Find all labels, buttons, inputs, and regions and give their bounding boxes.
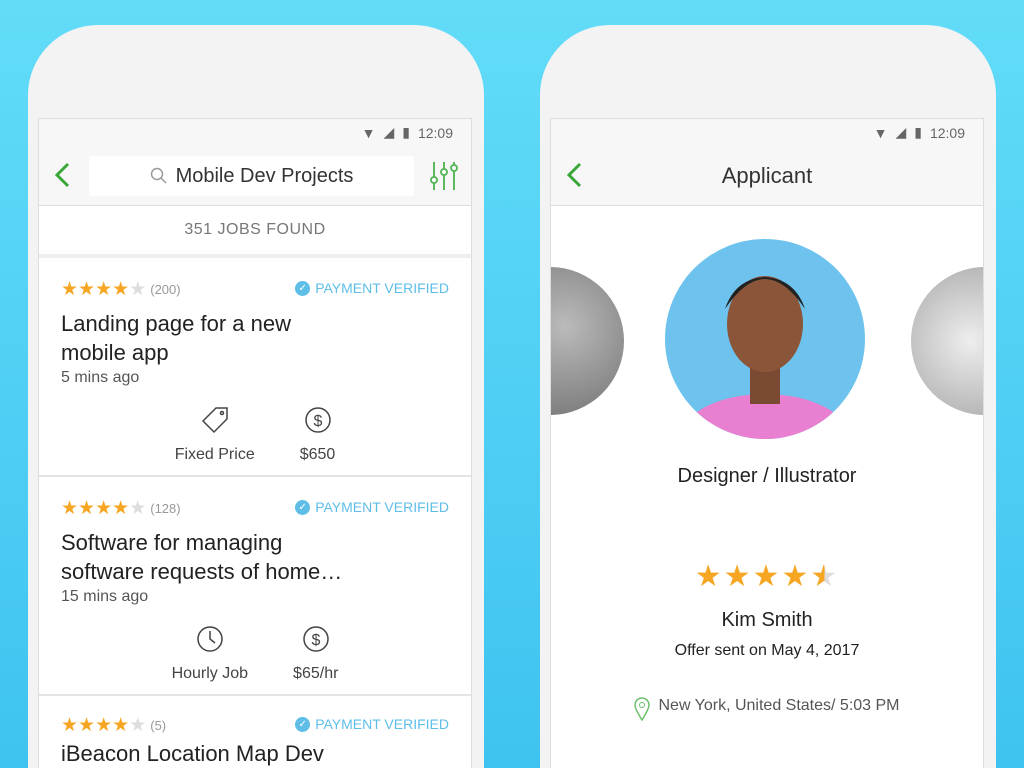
phone-jobs: ▼ ◢ ▮ 12:09 Mobile Dev Projects 351 JOBS F… (28, 25, 484, 768)
star-icon: ★ (78, 715, 96, 736)
status-time: 12:09 (417, 124, 453, 141)
wifi-icon: ▼ (873, 124, 888, 141)
job-title: Software for managing software requests … (61, 530, 343, 584)
star-icon: ★ (112, 715, 130, 736)
job-card[interactable]: ★ ★ ★ ★ ★ (5) ✓ PAYMENT VERIFIED iBeacon Locat… (39, 696, 471, 767)
job-title: iBeacon Location Map Dev (61, 741, 324, 766)
wifi-icon: ▼ (361, 124, 376, 141)
payment-verified-badge: ✓ PAYMENT VERIFIED (295, 499, 449, 515)
payment-verified-badge: ✓ PAYMENT VERIFIED (295, 716, 449, 732)
star-icon: ★ (694, 560, 724, 593)
star-icon: ★ (723, 560, 753, 593)
job-type: Hourly Job (172, 624, 248, 683)
battery-icon: ▮ (402, 124, 410, 140)
dollar-icon: $ (301, 624, 331, 659)
header: Applicant (551, 146, 983, 206)
applicant-role: Designer / Illustrator (677, 465, 857, 487)
page-title: Applicant (721, 162, 813, 188)
clock-icon (195, 624, 225, 659)
applicant-location: New York, United States/ 5:03 PM (551, 697, 983, 721)
back-icon[interactable] (561, 160, 591, 190)
jobs-screen: ▼ ◢ ▮ 12:09 Mobile Dev Projects 351 JOBS F… (38, 118, 472, 768)
price-tag-icon (200, 405, 230, 440)
applicant-screen: ▼ ◢ ▮ 12:09 Applicant Designer / Illustrat… (550, 118, 984, 768)
applicant-avatar[interactable] (665, 239, 865, 439)
job-price: $ $650 (300, 405, 335, 464)
job-price: $ $65/hr (293, 624, 338, 683)
check-icon: ✓ (295, 280, 311, 296)
signal-icon: ◢ (895, 124, 907, 140)
job-card[interactable]: ★ ★ ★ ★ ★ (128) ✓ PAYMENT VERIFIED Software fo… (39, 477, 471, 696)
battery-icon: ▮ (914, 124, 922, 140)
star-icon: ★ (112, 498, 130, 519)
star-icon: ★ (95, 715, 113, 736)
star-icon: ★ (129, 498, 147, 519)
back-icon[interactable] (49, 160, 79, 190)
check-icon: ✓ (295, 716, 311, 732)
search-icon (150, 167, 167, 184)
status-bar: ▼ ◢ ▮ 12:09 (39, 119, 471, 146)
job-title: Landing page for a new mobile app (61, 311, 291, 365)
avatar-next[interactable] (911, 267, 983, 415)
star-icon: ★ (129, 279, 147, 300)
star-icon: ★ (78, 498, 96, 519)
status-time: 12:09 (929, 124, 965, 141)
svg-text:$: $ (313, 413, 322, 430)
star-icon: ★ (810, 560, 840, 593)
star-icon: ★ (112, 279, 130, 300)
filter-sliders-icon[interactable] (429, 160, 459, 192)
job-card[interactable]: ★ ★ ★ ★ ★ (200) ✓ PAYMENT VERIFIED Landing pag… (39, 258, 471, 477)
svg-text:$: $ (311, 632, 320, 649)
search-input[interactable]: Mobile Dev Projects (89, 156, 414, 196)
avatar-previous[interactable] (551, 267, 624, 415)
star-icon: ★ (95, 279, 113, 300)
check-icon: ✓ (295, 499, 311, 515)
applicant-name: Kim Smith (721, 609, 813, 631)
applicant-photo (680, 276, 850, 439)
offer-date: Offer sent on May 4, 2017 (674, 642, 860, 659)
star-icon: ★ (78, 279, 96, 300)
location-pin-icon (634, 697, 651, 721)
applicant-rating: ★★★★★ (551, 559, 983, 594)
jobs-found-count: 351 JOBS FOUND (39, 206, 471, 258)
signal-icon: ◢ (383, 124, 395, 140)
star-icon: ★ (781, 560, 811, 593)
star-icon: ★ (752, 560, 782, 593)
header: Mobile Dev Projects (39, 146, 471, 206)
star-icon: ★ (61, 715, 79, 736)
star-icon: ★ (129, 715, 147, 736)
dollar-icon: $ (303, 405, 333, 440)
search-text: Mobile Dev Projects (175, 164, 354, 187)
posted-time: 5 mins ago (61, 369, 140, 386)
phone-applicant: ▼ ◢ ▮ 12:09 Applicant Designer / Illustrat… (540, 25, 996, 768)
job-type: Fixed Price (175, 405, 255, 464)
status-bar: ▼ ◢ ▮ 12:09 (551, 119, 983, 146)
payment-verified-badge: ✓ PAYMENT VERIFIED (295, 280, 449, 296)
star-icon: ★ (95, 498, 113, 519)
star-icon: ★ (61, 498, 79, 519)
star-icon: ★ (61, 279, 79, 300)
posted-time: 15 mins ago (61, 588, 149, 605)
